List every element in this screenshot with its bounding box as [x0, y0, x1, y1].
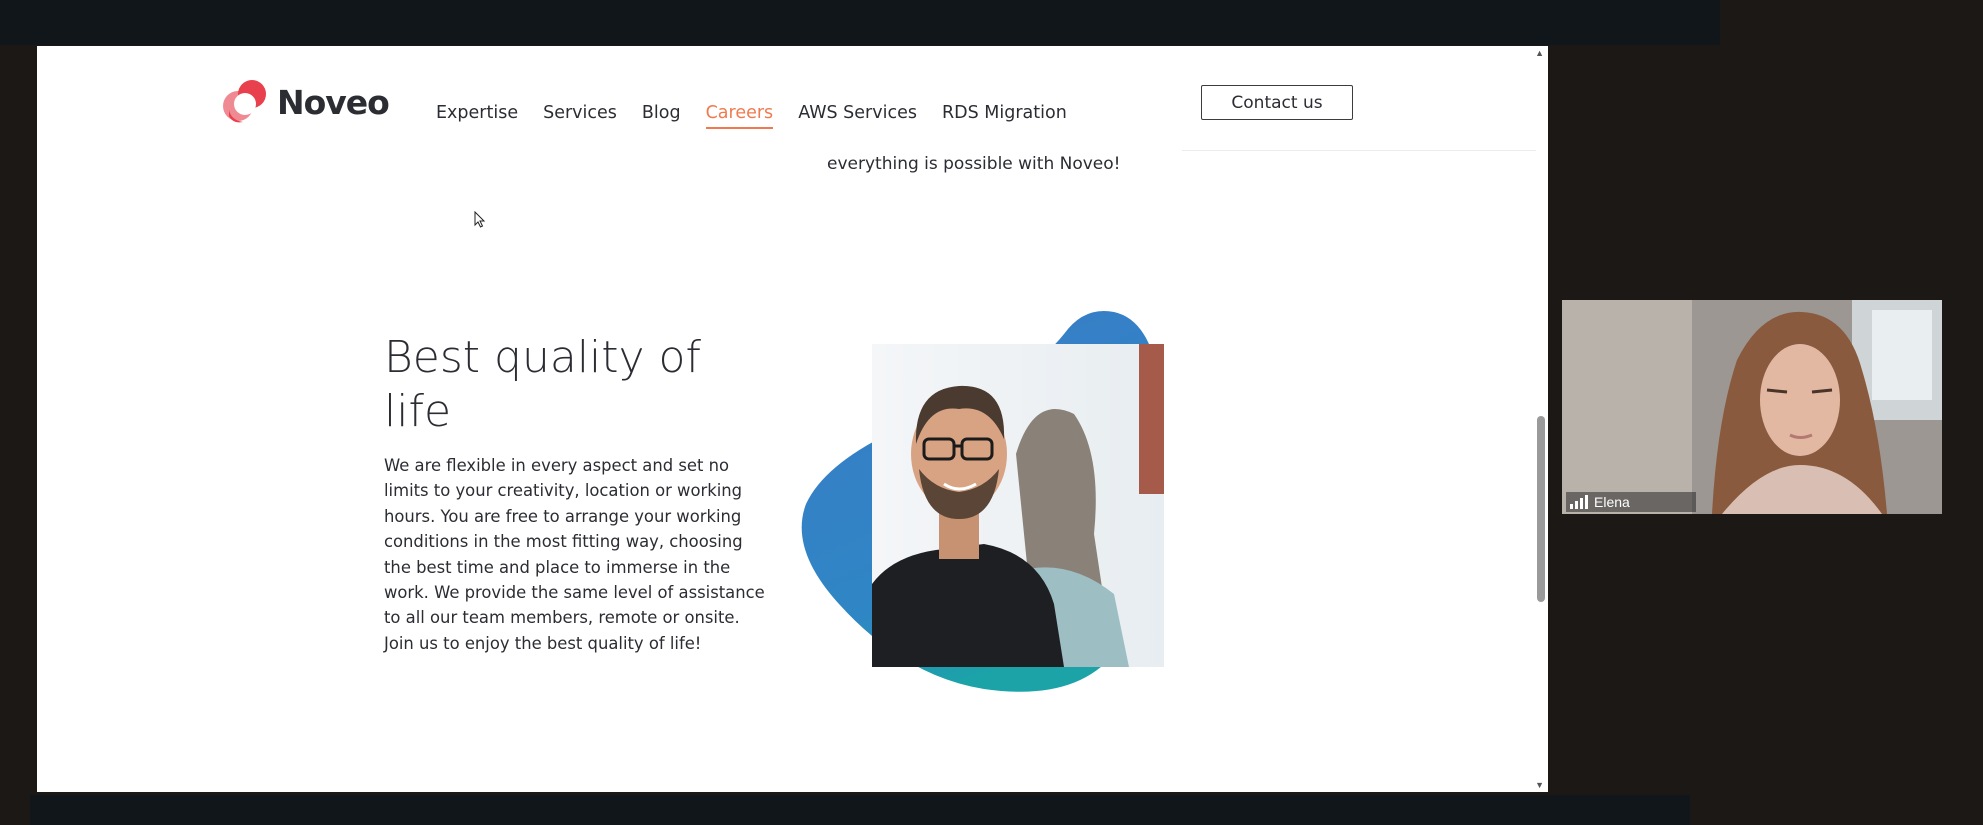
header-divider — [1182, 150, 1536, 151]
screen-top-strip — [0, 0, 1720, 45]
section-title: Best quality of life — [384, 332, 701, 437]
previous-section-text: everything is possible with Noveo! — [827, 154, 1121, 174]
main-nav: Expertise Services Blog Careers AWS Serv… — [436, 103, 1092, 129]
participant-video-tile[interactable]: Elena — [1562, 300, 1942, 514]
brand-name: Noveo — [277, 82, 390, 122]
nav-item-careers[interactable]: Careers — [705, 103, 774, 129]
nav-item-rds-migration[interactable]: RDS Migration — [942, 103, 1067, 129]
contact-us-button[interactable]: Contact us — [1201, 85, 1353, 120]
scroll-down-arrow[interactable]: ▼ — [1535, 780, 1544, 790]
screen-bottom-strip — [30, 795, 1690, 825]
participant-name-badge: Elena — [1566, 492, 1696, 512]
mouse-cursor-icon — [474, 211, 486, 228]
participant-name: Elena — [1594, 494, 1630, 510]
noveo-logo[interactable]: Noveo — [219, 76, 390, 128]
scroll-up-arrow[interactable]: ▲ — [1535, 48, 1544, 58]
heart-logo-icon — [223, 80, 266, 123]
nav-item-services[interactable]: Services — [543, 103, 617, 129]
signal-bars-icon — [1570, 495, 1588, 509]
browser-viewport: Noveo Expertise Services Blog Careers AW… — [37, 46, 1548, 792]
team-photo — [784, 304, 1164, 704]
nav-item-blog[interactable]: Blog — [642, 103, 681, 129]
vertical-scrollbar[interactable] — [1537, 416, 1545, 602]
participant-video — [1562, 300, 1942, 514]
nav-item-expertise[interactable]: Expertise — [436, 103, 518, 129]
nav-item-aws-services[interactable]: AWS Services — [798, 103, 917, 129]
section-body: We are flexible in every aspect and set … — [384, 456, 765, 653]
